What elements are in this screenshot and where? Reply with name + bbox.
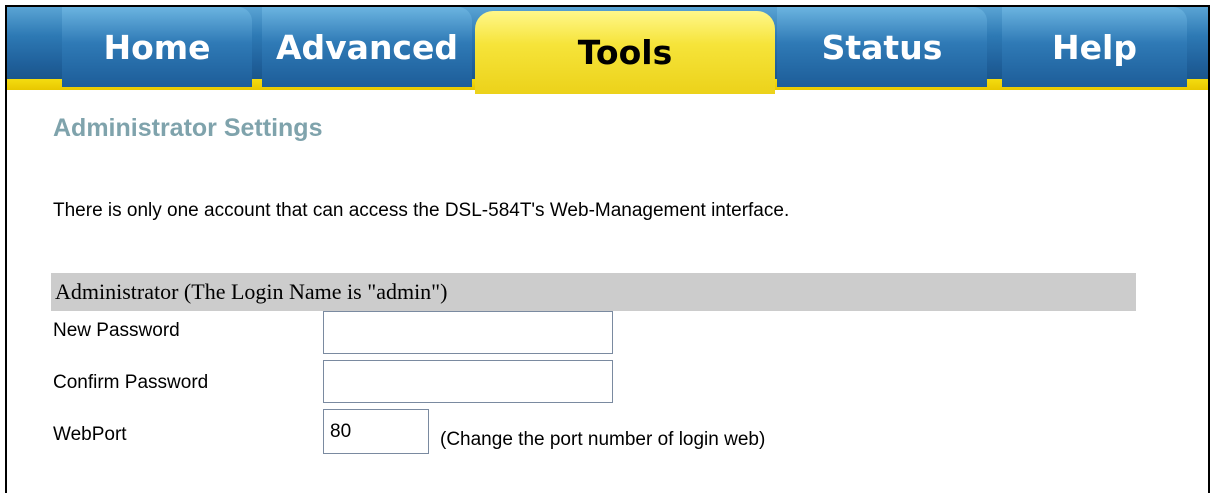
tab-home-label: Home xyxy=(103,27,211,67)
tab-status-label: Status xyxy=(821,27,943,67)
webport-hint: (Change the port number of login web) xyxy=(440,429,766,450)
tab-status[interactable]: Status xyxy=(777,7,987,87)
tab-tools-label: Tools xyxy=(577,33,673,72)
administrator-section-header: Administrator (The Login Name is "admin"… xyxy=(51,273,1136,311)
webport-input[interactable] xyxy=(323,409,429,454)
router-admin-window: Home Advanced Tools Status Help Administ… xyxy=(5,5,1210,493)
tab-tools[interactable]: Tools xyxy=(475,11,775,94)
tab-help-label: Help xyxy=(1052,27,1137,67)
confirm-password-field[interactable] xyxy=(323,360,613,403)
tab-advanced[interactable]: Advanced xyxy=(262,7,472,87)
page-title: Administrator Settings xyxy=(53,114,323,142)
tab-bar: Home Advanced Tools Status Help xyxy=(7,7,1208,94)
new-password-field[interactable] xyxy=(323,311,613,354)
page-description: There is only one account that can acces… xyxy=(53,200,790,221)
new-password-label: New Password xyxy=(53,320,180,341)
tab-help[interactable]: Help xyxy=(1002,7,1187,87)
tab-home[interactable]: Home xyxy=(62,7,252,87)
tab-advanced-label: Advanced xyxy=(276,27,458,67)
webport-label: WebPort xyxy=(53,424,127,445)
confirm-password-label: Confirm Password xyxy=(53,372,209,393)
